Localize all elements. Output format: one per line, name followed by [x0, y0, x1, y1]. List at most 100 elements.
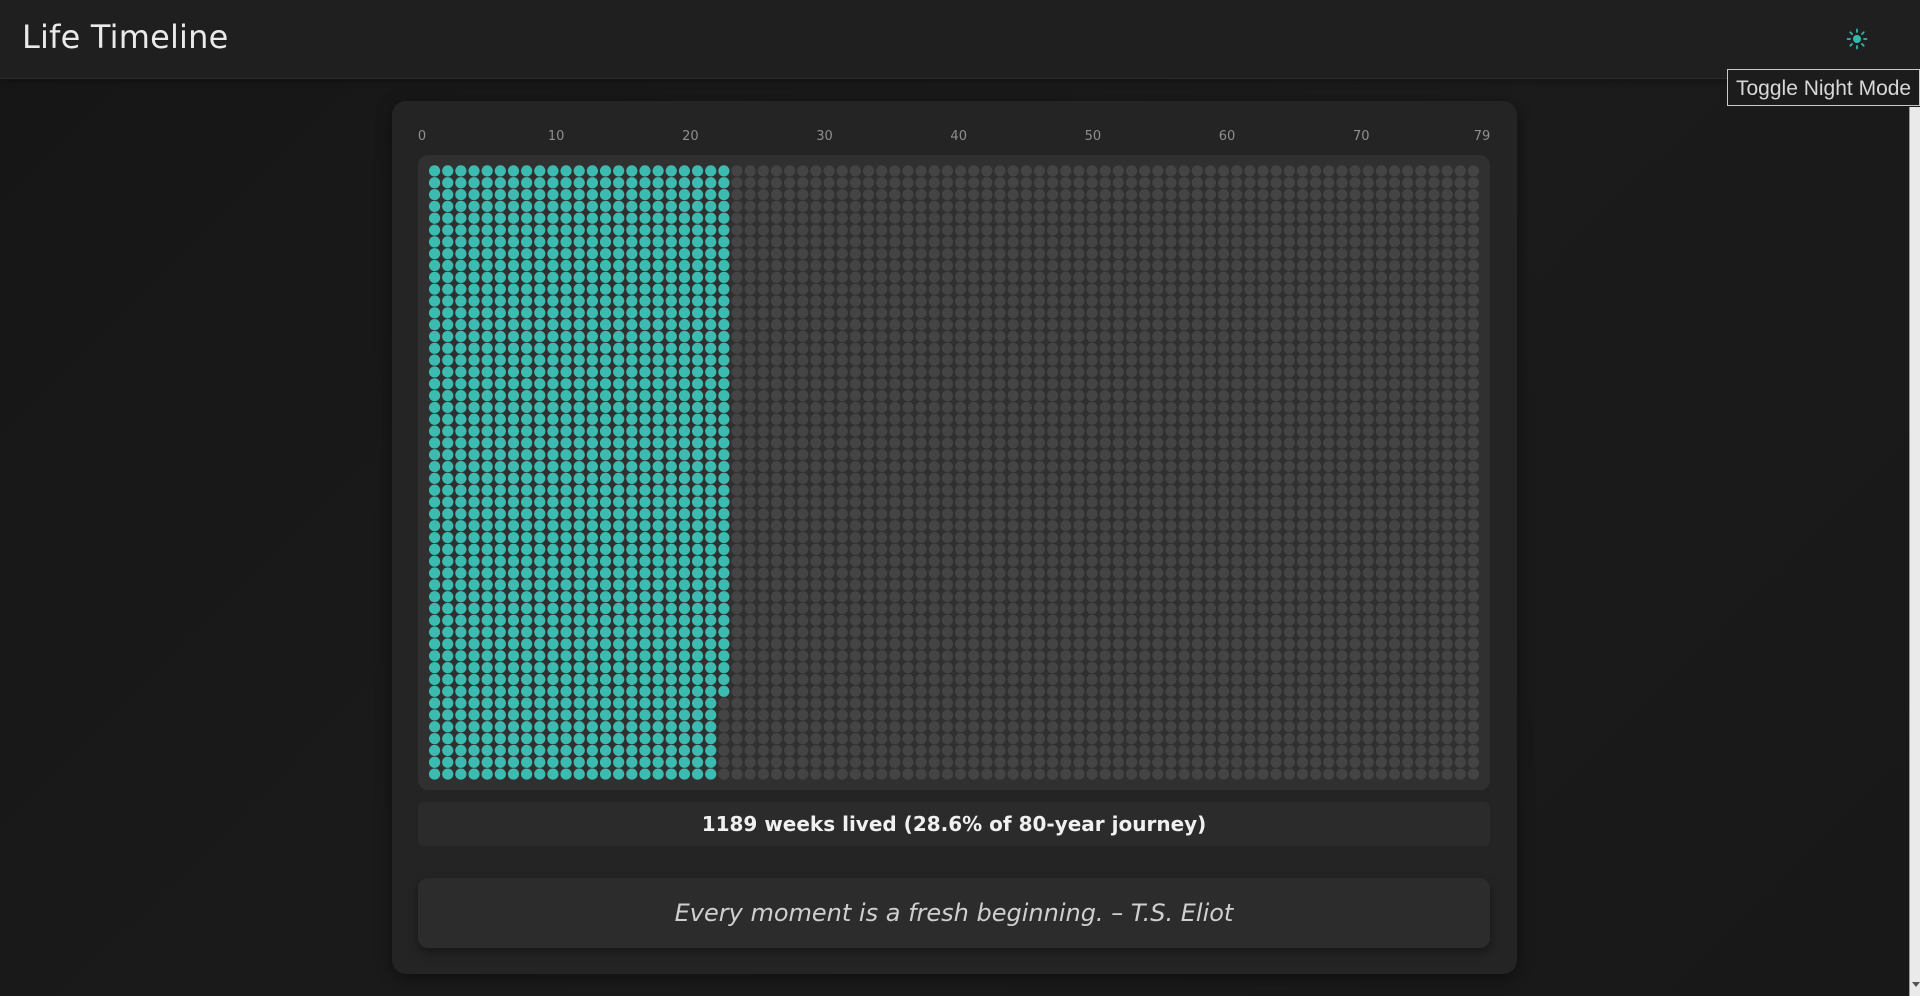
week-dot-remaining [994, 460, 1006, 473]
week-dot-remaining [1467, 543, 1480, 555]
week-dot-remaining [928, 401, 940, 414]
week-dot-remaining [1060, 520, 1072, 532]
week-dot-lived [560, 378, 572, 390]
week-dot-lived [626, 508, 638, 520]
week-dot-lived [442, 543, 454, 555]
week-dot-remaining [1231, 307, 1243, 319]
week-dot-remaining [1217, 543, 1230, 555]
week-dot-remaining [1191, 662, 1203, 674]
week-dot-remaining [1467, 460, 1480, 473]
week-dot-remaining [876, 188, 888, 201]
week-dot-remaining [1336, 614, 1348, 626]
night-mode-toggle-button[interactable] [1842, 24, 1872, 54]
week-dot-remaining [1191, 614, 1203, 626]
week-dot-remaining [928, 685, 940, 697]
week-dot-remaining [1125, 330, 1138, 343]
week-dot-remaining [1191, 472, 1203, 485]
week-dot-remaining [1283, 685, 1295, 697]
week-dot-lived [665, 271, 677, 283]
week-dot-remaining [1231, 390, 1243, 402]
week-dot-remaining [994, 188, 1006, 201]
week-dot-remaining [1086, 354, 1098, 366]
week-dot-remaining [1191, 531, 1203, 544]
week-dot-remaining [1257, 200, 1269, 212]
week-dot-remaining [770, 224, 783, 236]
week-dot-lived [678, 271, 691, 283]
week-dot-remaining [1375, 709, 1387, 721]
week-dot-lived [613, 330, 625, 343]
week-dot-remaining [1047, 602, 1059, 615]
week-dot-remaining [968, 236, 980, 248]
page-scrollbar[interactable] [1909, 107, 1920, 996]
week-dot-remaining [1349, 271, 1361, 283]
week-dot-lived [639, 650, 651, 662]
week-dot-remaining [862, 555, 875, 567]
week-dot-remaining [1402, 401, 1414, 414]
week-dot-remaining [1323, 543, 1335, 555]
week-dot-remaining [941, 366, 954, 378]
week-dot-lived [428, 425, 441, 437]
week-dot-remaining [744, 744, 756, 757]
week-dot-lived [599, 307, 612, 319]
week-dot-remaining [968, 295, 980, 307]
week-dot-remaining [1060, 543, 1072, 555]
week-dot-remaining [1441, 177, 1453, 189]
week-dot-remaining [1388, 496, 1401, 508]
week-dot-remaining [1336, 531, 1348, 544]
week-dot-remaining [836, 650, 848, 662]
week-dot-remaining [1125, 531, 1138, 544]
week-dot-remaining [1388, 200, 1401, 212]
week-dot-lived [691, 555, 704, 567]
week-dot-remaining [876, 638, 888, 650]
week-dot-remaining [1060, 342, 1072, 354]
week-dot-lived [442, 555, 454, 567]
week-dot-remaining [770, 319, 783, 331]
week-dot-lived [691, 673, 704, 686]
week-dot-remaining [731, 591, 743, 603]
week-dot-remaining [1217, 330, 1230, 343]
week-dot-remaining [1336, 307, 1348, 319]
week-dot-remaining [1375, 212, 1387, 224]
week-dot-remaining [1388, 437, 1401, 449]
week-dot-remaining [1112, 283, 1124, 295]
week-dot-lived [494, 673, 506, 686]
week-dot-remaining [1007, 638, 1019, 650]
week-dot-remaining [915, 177, 927, 189]
week-dot-remaining [1007, 354, 1019, 366]
week-dot-lived [534, 614, 546, 626]
week-dot-lived [494, 271, 506, 283]
week-dot-remaining [1073, 650, 1085, 662]
week-dot-remaining [744, 283, 756, 295]
week-dot-remaining [770, 733, 783, 745]
week-dot-remaining [1388, 460, 1401, 473]
week-dot-lived [573, 744, 585, 757]
week-dot-remaining [1165, 579, 1177, 591]
week-dot-remaining [928, 520, 940, 532]
week-dot-remaining [1217, 271, 1230, 283]
week-dot-remaining [1375, 626, 1387, 638]
week-dot-remaining [889, 342, 901, 354]
week-dot-lived [507, 401, 520, 414]
week-dot-remaining [1349, 259, 1361, 272]
week-dot-lived [507, 295, 520, 307]
week-dot-remaining [981, 401, 993, 414]
week-dot-remaining [797, 697, 809, 709]
week-dot-remaining [1112, 733, 1124, 745]
week-dot-remaining [797, 354, 809, 366]
week-dot-remaining [1125, 484, 1138, 496]
week-dot-remaining [836, 378, 848, 390]
week-dot-lived [507, 319, 520, 331]
week-dot-remaining [1336, 248, 1348, 260]
week-dot-remaining [1336, 224, 1348, 236]
week-dot-remaining [954, 449, 967, 461]
scroll-down-arrow-icon[interactable] [1912, 982, 1920, 987]
week-dot-remaining [1467, 472, 1480, 485]
week-dot-remaining [1178, 472, 1190, 485]
week-dot-remaining [1033, 271, 1046, 283]
week-dot-remaining [915, 591, 927, 603]
week-dot-remaining [1178, 401, 1190, 414]
week-dot-lived [560, 650, 572, 662]
week-dot-lived [599, 709, 612, 721]
week-dot-remaining [1467, 366, 1480, 378]
week-dot-remaining [1099, 602, 1111, 615]
